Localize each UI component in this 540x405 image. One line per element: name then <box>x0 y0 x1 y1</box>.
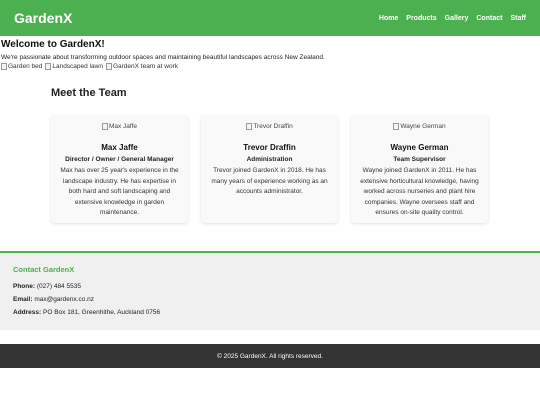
site-logo[interactable]: GardenX <box>14 10 72 26</box>
member-bio: Trevor joined GardenX in 2018. He has ma… <box>211 167 328 195</box>
contact-heading: Contact GardenX <box>13 265 75 274</box>
address-label: Address: <box>13 309 42 316</box>
max-photo: Max Jaffe <box>101 123 138 130</box>
image-alt-text: Landscaped lawn <box>52 63 103 70</box>
trevor-photo: Trevor Draffin <box>246 123 293 130</box>
nav-staff-link[interactable]: Staff <box>510 15 526 22</box>
broken-image-icon <box>1 63 7 70</box>
nav-home-link[interactable]: Home <box>379 15 398 22</box>
garden-bed-image: Garden bed <box>1 63 42 70</box>
team-card-wayne: Wayne German Wayne German Team Superviso… <box>351 115 488 223</box>
phone-value: (027) 484 5535 <box>36 283 81 290</box>
team-cards: Max Jaffe Max Jaffe Director / Owner / G… <box>51 115 489 223</box>
contact-section: Contact GardenX Phone: (027) 484 5535 Em… <box>0 251 540 330</box>
copyright-text: © 2025 GardenX. All rights reserved. <box>217 352 323 360</box>
nav-contact-link[interactable]: Contact <box>476 15 502 22</box>
broken-image-icon <box>45 63 52 70</box>
broken-image-icon <box>393 123 400 130</box>
broken-image-icon <box>105 63 112 70</box>
member-bio: Max has over 25 year's experience in the… <box>60 167 179 216</box>
member-name: Trevor Draffin <box>243 143 296 152</box>
contact-phone: Phone: (027) 484 5535 <box>13 283 527 290</box>
nav-gallery-link[interactable]: Gallery <box>445 15 469 22</box>
photo-alt-text: Wayne German <box>400 123 446 130</box>
team-card-trevor: Trevor Draffin Trevor Draffin Administra… <box>201 115 338 223</box>
welcome-intro: We're passionate about transforming outd… <box>1 54 325 61</box>
site-footer: © 2025 GardenX. All rights reserved. <box>0 344 540 368</box>
wayne-photo: Wayne German <box>393 123 446 130</box>
team-card-max: Max Jaffe Max Jaffe Director / Owner / G… <box>51 115 188 223</box>
address-value: PO Box 181, Greenhithe, Auckland 0756 <box>43 309 161 316</box>
image-alt-text: Garden bed <box>8 63 43 70</box>
member-role: Administration <box>246 156 293 163</box>
member-bio: Wayne joined GardenX in 2011. He has ext… <box>360 167 479 216</box>
welcome-title: Welcome to GardenX! <box>1 39 105 50</box>
team-section: Meet the Team Max Jaffe Max Jaffe Direct… <box>0 87 540 223</box>
member-role: Director / Owner / General Manager <box>65 156 174 163</box>
photo-alt-text: Max Jaffe <box>108 123 138 130</box>
member-name: Wayne German <box>390 143 449 152</box>
landscaped-lawn-image: Landscaped lawn <box>45 63 103 70</box>
email-label: Email: <box>13 296 33 303</box>
team-at-work-image: GardenX team at work <box>105 63 178 70</box>
site-header: GardenX Home Products Gallery Contact St… <box>0 0 540 36</box>
broken-image-icon <box>246 123 253 130</box>
team-heading: Meet the Team <box>51 87 127 99</box>
member-name: Max Jaffe <box>101 143 138 152</box>
main-nav: Home Products Gallery Contact Staff <box>379 15 526 22</box>
contact-address: Address: PO Box 181, Greenhithe, Aucklan… <box>13 309 527 316</box>
nav-products-link[interactable]: Products <box>406 15 436 22</box>
email-value: max@gardenx.co.nz <box>34 296 95 303</box>
welcome-images: Garden bed Landscaped lawn GardenX team … <box>1 63 539 70</box>
member-role: Team Supervisor <box>393 156 446 163</box>
broken-image-icon <box>101 123 108 130</box>
image-alt-text: GardenX team at work <box>112 63 178 70</box>
contact-email: Email: max@gardenx.co.nz <box>13 296 527 303</box>
welcome-section: Welcome to GardenX! We're passionate abo… <box>0 36 540 70</box>
phone-label: Phone: <box>13 283 36 290</box>
photo-alt-text: Trevor Draffin <box>253 123 293 130</box>
